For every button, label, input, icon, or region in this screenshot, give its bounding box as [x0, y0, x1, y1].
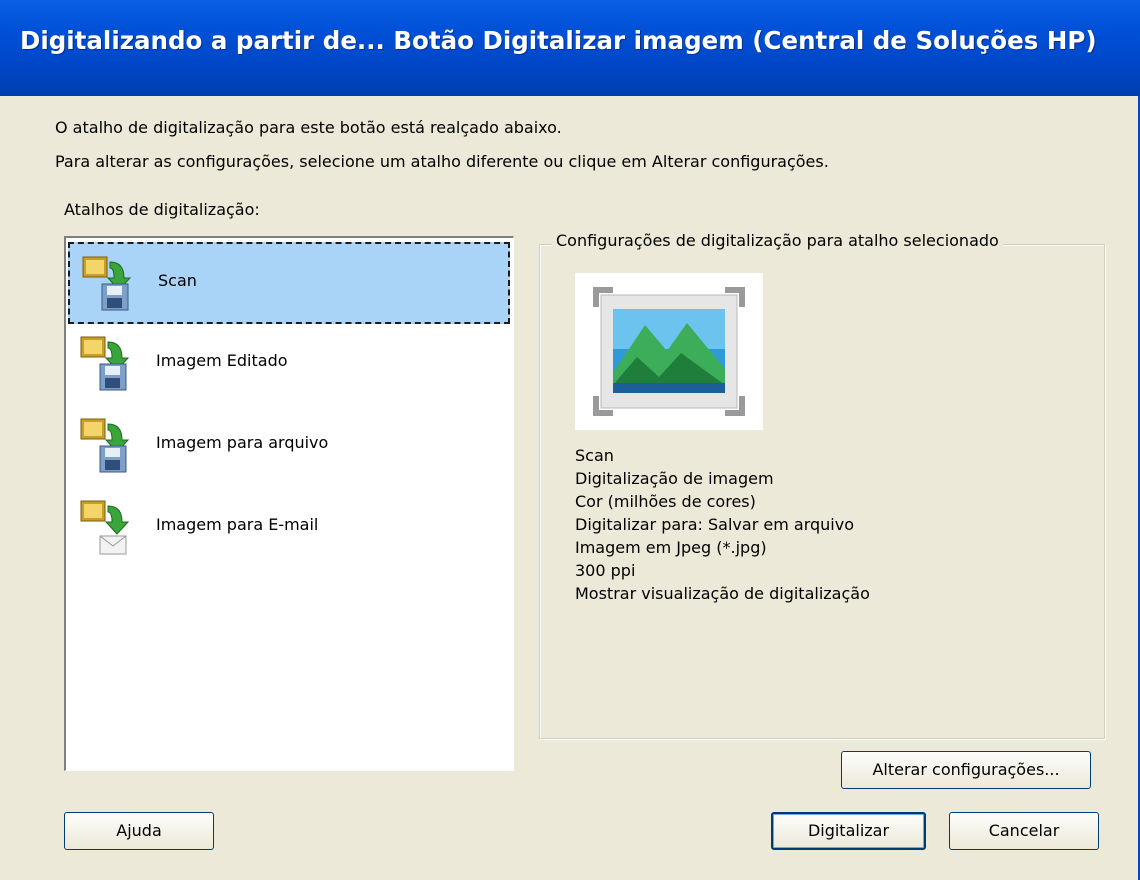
- shortcut-item-imagem-para-arquivo[interactable]: Imagem para arquivo: [68, 406, 510, 488]
- change-settings-button[interactable]: Alterar configurações...: [841, 751, 1091, 789]
- setting-line: Digitalizar para: Salvar em arquivo: [575, 515, 854, 534]
- shortcut-item-label: Scan: [158, 271, 197, 290]
- shortcuts-label: Atalhos de digitalização:: [64, 200, 260, 219]
- scan-preview-thumbnail: [575, 273, 763, 430]
- window-title: Digitalizando a partir de... Botão Digit…: [20, 26, 1097, 55]
- scan-to-email-icon: [80, 500, 130, 555]
- setting-line: Digitalização de imagem: [575, 469, 774, 488]
- setting-line: Scan: [575, 446, 614, 465]
- shortcut-list[interactable]: Scan Imagem Editado Imagem para arquivo: [64, 236, 514, 771]
- scan-to-file-icon: [80, 336, 130, 391]
- cancel-button[interactable]: Cancelar: [949, 812, 1099, 850]
- scan-to-file-icon: [82, 256, 132, 311]
- scan-button[interactable]: Digitalizar: [771, 812, 926, 850]
- setting-line: 300 ppi: [575, 561, 636, 580]
- setting-line: Cor (milhões de cores): [575, 492, 756, 511]
- shortcut-item-scan[interactable]: Scan: [68, 242, 510, 324]
- title-bar: Digitalizando a partir de... Botão Digit…: [0, 0, 1140, 96]
- help-button[interactable]: Ajuda: [64, 812, 214, 850]
- landscape-image-icon: [593, 287, 745, 416]
- settings-details: Scan Digitalização de imagem Cor (milhõe…: [575, 444, 870, 605]
- scan-to-file-icon: [80, 418, 130, 473]
- setting-line: Mostrar visualização de digitalização: [575, 584, 870, 603]
- setting-line: Imagem em Jpeg (*.jpg): [575, 538, 767, 557]
- shortcut-item-label: Imagem para arquivo: [156, 433, 329, 452]
- settings-group-legend: Configurações de digitalização para atal…: [552, 231, 1003, 250]
- instruction-line-2: Para alterar as configurações, selecione…: [55, 152, 829, 171]
- shortcut-item-label: Imagem Editado: [156, 351, 288, 370]
- shortcut-item-label: Imagem para E-mail: [156, 515, 319, 534]
- shortcut-item-imagem-para-email[interactable]: Imagem para E-mail: [68, 488, 510, 570]
- shortcut-item-imagem-editado[interactable]: Imagem Editado: [68, 324, 510, 406]
- instruction-line-1: O atalho de digitalização para este botã…: [55, 118, 562, 137]
